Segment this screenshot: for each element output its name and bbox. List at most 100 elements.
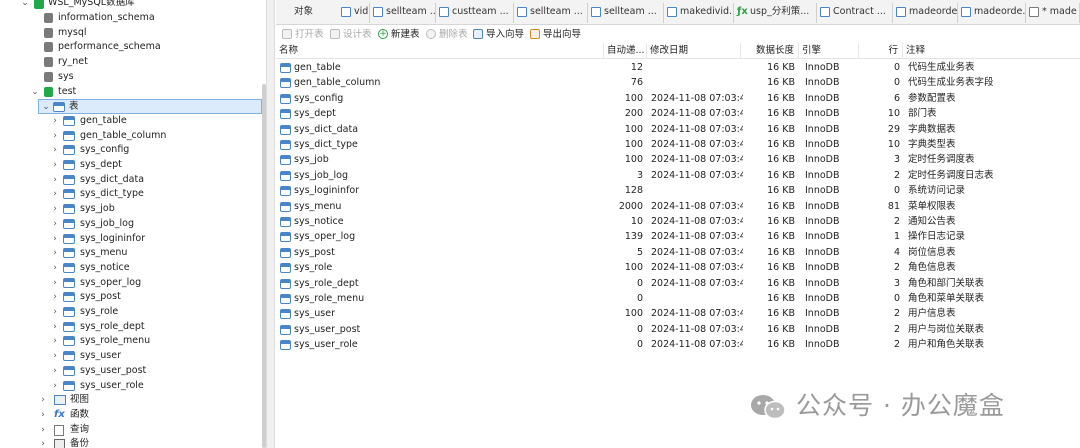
chevron-right-icon[interactable]: ›: [50, 246, 60, 261]
column-header-name[interactable]: 名称: [276, 43, 604, 59]
tree-group[interactable]: › fx 函数: [0, 408, 262, 423]
tree-table-item[interactable]: › sys_user_post: [0, 364, 262, 379]
chevron-right-icon[interactable]: ›: [38, 393, 48, 408]
new-table-button[interactable]: + 新建表: [378, 27, 420, 42]
tree-group-tables[interactable]: ⌄ 表: [38, 99, 262, 114]
tree-table-item[interactable]: › sys_dict_data: [0, 173, 262, 188]
chevron-right-icon[interactable]: ›: [50, 379, 60, 394]
chevron-right-icon[interactable]: ›: [50, 276, 60, 291]
chevron-right-icon[interactable]: ›: [50, 232, 60, 247]
tree-table-item[interactable]: › sys_post: [0, 290, 262, 305]
tree-table-item[interactable]: › sys_menu: [0, 246, 262, 261]
chevron-right-icon[interactable]: ›: [50, 173, 60, 188]
tab-editor[interactable]: sellteam ...: [588, 3, 664, 23]
tree-table-item[interactable]: › sys_oper_log: [0, 276, 262, 291]
chevron-right-icon[interactable]: ›: [38, 408, 48, 423]
tree-group[interactable]: › 视图: [0, 393, 262, 408]
table-row[interactable]: sys_logininfor 128 16 KB InnoDB 0 系统访问记录: [276, 183, 1080, 198]
tree-connection[interactable]: ⌄ WSL_MySQL数据库: [0, 0, 262, 11]
export-wizard-button[interactable]: 导出向导: [530, 27, 581, 42]
tab-editor[interactable]: ƒx usp_分利策...: [734, 3, 817, 23]
chevron-right-icon[interactable]: ›: [50, 290, 60, 305]
tree-table-item[interactable]: › sys_dict_type: [0, 187, 262, 202]
chevron-right-icon[interactable]: ›: [50, 187, 60, 202]
tree-table-item[interactable]: › sys_user_role: [0, 379, 262, 394]
panel-splitter[interactable]: [266, 0, 275, 448]
table-row[interactable]: sys_role_menu 0 16 KB InnoDB 0 角色和菜单关联表: [276, 291, 1080, 306]
chevron-right-icon[interactable]: ›: [50, 364, 60, 379]
tree-table-item[interactable]: › gen_table_column: [0, 129, 262, 144]
table-row[interactable]: sys_dept 200 2024-11-08 07:03:43 16 KB InnoD…: [276, 106, 1080, 121]
tab-objects[interactable]: 对象: [282, 3, 338, 23]
column-header-rows[interactable]: 行: [859, 43, 903, 59]
table-row[interactable]: sys_role_dept 0 2024-11-08 07:03:43 16 KB In…: [276, 276, 1080, 291]
column-header-engine[interactable]: 引擎: [799, 43, 859, 59]
chevron-down-icon[interactable]: ⌄: [20, 0, 30, 11]
tab-editor[interactable]: makedivid...: [664, 3, 734, 23]
table-row[interactable]: sys_user_post 0 2024-11-08 07:03:44 16 KB In…: [276, 322, 1080, 337]
tree-table-item[interactable]: › sys_logininfor: [0, 232, 262, 247]
tree-database[interactable]: sys: [0, 70, 262, 85]
chevron-right-icon[interactable]: ›: [50, 158, 60, 173]
open-table-button[interactable]: 打开表: [282, 27, 324, 42]
chevron-right-icon[interactable]: ›: [38, 437, 48, 448]
chevron-right-icon[interactable]: ›: [50, 334, 60, 349]
delete-table-button[interactable]: 删除表: [426, 27, 468, 42]
tree-table-item[interactable]: › gen_table: [0, 114, 262, 129]
tree-table-item[interactable]: › sys_dept: [0, 158, 262, 173]
chevron-right-icon[interactable]: ›: [50, 217, 60, 232]
table-row[interactable]: sys_job 100 2024-11-08 07:03:43 16 KB InnoDB…: [276, 152, 1080, 167]
table-row[interactable]: sys_config 100 2024-11-08 07:03:43 16 KB Inn…: [276, 91, 1080, 106]
chevron-right-icon[interactable]: ›: [50, 143, 60, 158]
chevron-right-icon[interactable]: ›: [50, 320, 60, 335]
table-row[interactable]: sys_user 100 2024-11-08 07:03:43 16 KB InnoD…: [276, 306, 1080, 321]
table-row[interactable]: gen_table_column 76 16 KB InnoDB 0 代码生成业务表字段: [276, 75, 1080, 90]
import-wizard-button[interactable]: 导入向导: [473, 27, 524, 42]
chevron-right-icon[interactable]: ›: [38, 423, 48, 438]
table-row[interactable]: sys_role 100 2024-11-08 07:03:43 16 KB InnoD…: [276, 260, 1080, 275]
table-row[interactable]: sys_user_role 0 2024-11-08 07:03:44 16 KB In…: [276, 337, 1080, 352]
tab-editor[interactable]: custteam ...: [436, 3, 514, 23]
tree-table-item[interactable]: › sys_notice: [0, 261, 262, 276]
tab-editor[interactable]: sellteam ...: [514, 3, 588, 23]
tree-table-item[interactable]: › sys_job: [0, 202, 262, 217]
column-header-auto-increment[interactable]: 自动递...: [604, 43, 647, 59]
chevron-right-icon[interactable]: ›: [50, 114, 60, 129]
table-row[interactable]: sys_oper_log 139 2024-11-08 07:03:43 16 KB I…: [276, 229, 1080, 244]
table-row[interactable]: sys_job_log 3 2024-11-08 07:03:43 16 KB Inno…: [276, 168, 1080, 183]
tab-editor[interactable]: madeorde...: [893, 3, 958, 23]
chevron-right-icon[interactable]: ›: [50, 261, 60, 276]
tree-database[interactable]: ry_net: [0, 55, 262, 70]
tree-group[interactable]: › 查询: [0, 423, 262, 438]
tab-editor[interactable]: * made: [1026, 3, 1080, 23]
table-row[interactable]: sys_menu 2000 2024-11-08 07:03:43 16 KB Inno…: [276, 199, 1080, 214]
tree-table-item[interactable]: › sys_job_log: [0, 217, 262, 232]
chevron-right-icon[interactable]: ›: [50, 129, 60, 144]
tree-database[interactable]: performance_schema: [0, 40, 262, 55]
tree-database[interactable]: information_schema: [0, 11, 262, 26]
tree-table-item[interactable]: › sys_role_menu: [0, 334, 262, 349]
tab-editor[interactable]: sellteam ...: [370, 3, 436, 23]
tree-database[interactable]: mysql: [0, 26, 262, 41]
chevron-right-icon[interactable]: ›: [50, 305, 60, 320]
table-row[interactable]: sys_post 5 2024-11-08 07:03:43 16 KB InnoDB 4…: [276, 245, 1080, 260]
table-row[interactable]: sys_notice 10 2024-11-08 07:03:43 16 KB Inno…: [276, 214, 1080, 229]
table-row[interactable]: sys_dict_type 100 2024-11-08 07:03:43 16 KB…: [276, 137, 1080, 152]
tree-table-item[interactable]: › sys_role: [0, 305, 262, 320]
tree-table-item[interactable]: › sys_config: [0, 143, 262, 158]
design-table-button[interactable]: 设计表: [330, 27, 372, 42]
tab-editor[interactable]: Contract ...: [817, 3, 893, 23]
chevron-down-icon[interactable]: ⌄: [30, 85, 40, 100]
chevron-down-icon[interactable]: ⌄: [41, 100, 51, 115]
column-header-comment[interactable]: 注释: [903, 43, 1080, 59]
tree-table-item[interactable]: › sys_role_dept: [0, 320, 262, 335]
table-row[interactable]: gen_table 12 16 KB InnoDB 0 代码生成业务表: [276, 60, 1080, 75]
column-header-modified[interactable]: 修改日期: [647, 43, 741, 59]
tab-editor[interactable]: vid...: [338, 3, 370, 23]
chevron-right-icon[interactable]: ›: [50, 349, 60, 364]
tree-database-active[interactable]: ⌄ test: [0, 85, 262, 100]
table-row[interactable]: sys_dict_data 100 2024-11-08 07:03:43 16 KB…: [276, 122, 1080, 137]
column-header-data-length[interactable]: 数据长度: [741, 43, 799, 59]
tab-editor[interactable]: madeorde...: [958, 3, 1026, 23]
tree-group[interactable]: › 备份: [0, 437, 262, 448]
